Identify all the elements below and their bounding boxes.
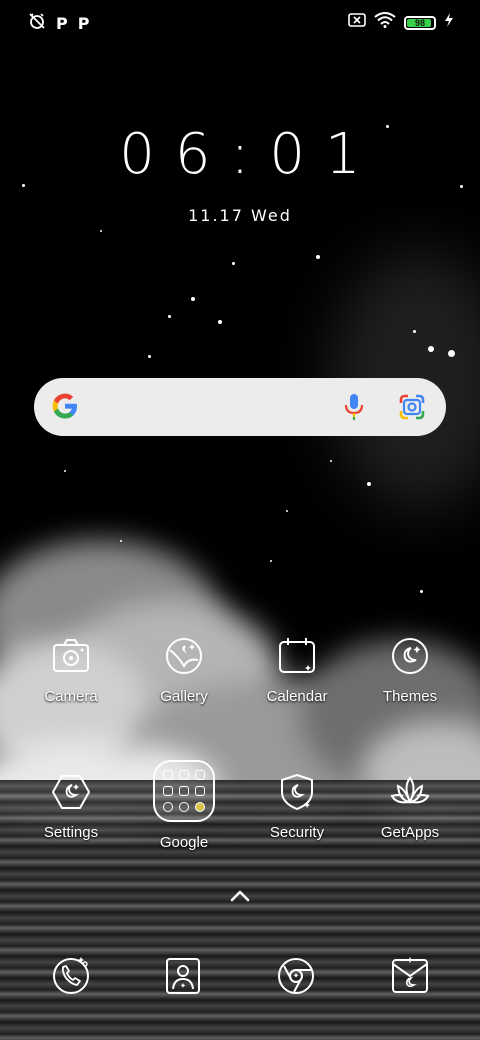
chevron-up-icon[interactable] — [228, 886, 252, 906]
app-camera[interactable]: Camera — [16, 636, 126, 746]
app-calendar[interactable]: Calendar — [242, 636, 352, 746]
app-label: Themes — [382, 688, 438, 705]
charging-icon — [444, 13, 454, 32]
app-themes[interactable]: Themes — [355, 636, 465, 746]
app-security[interactable]: Security — [242, 772, 352, 882]
app-label: Settings — [43, 824, 99, 841]
clock-date[interactable]: 11.17 Wed — [0, 206, 480, 225]
calendar-icon — [279, 638, 315, 673]
microphone-icon[interactable] — [340, 392, 368, 422]
app-label: Security — [269, 824, 325, 841]
app-folder-google[interactable]: Google — [129, 760, 239, 870]
app-gallery[interactable]: Gallery — [129, 636, 239, 746]
clock-time[interactable]: 06:01 — [0, 122, 480, 187]
alarm-off-icon — [28, 12, 46, 35]
p-icon: P — [56, 14, 68, 33]
themes-icon — [392, 638, 428, 674]
google-lens-icon[interactable] — [398, 393, 426, 421]
phone-icon — [53, 957, 89, 994]
app-label: Google — [159, 834, 209, 851]
battery-level: 98 — [414, 17, 425, 28]
dock-messages[interactable] — [382, 948, 438, 1004]
gallery-icon — [166, 638, 202, 674]
security-shield-icon — [281, 774, 313, 810]
folder-icon — [153, 760, 215, 822]
dock-chrome[interactable] — [268, 948, 324, 1004]
app-getapps[interactable]: GetApps — [355, 772, 465, 882]
camera-icon — [53, 639, 89, 672]
google-g-icon[interactable] — [50, 391, 80, 421]
dock-contacts[interactable] — [155, 948, 211, 1004]
app-label: Camera — [44, 688, 98, 705]
dock-phone[interactable] — [43, 948, 99, 1004]
status-bar: P P 98 — [0, 0, 480, 44]
app-label: GetApps — [380, 824, 440, 841]
contacts-icon — [166, 958, 200, 994]
lotus-icon — [390, 776, 430, 805]
battery-icon: 98 — [404, 15, 436, 30]
sim-x-icon — [348, 13, 366, 32]
messages-icon — [392, 957, 428, 993]
wifi-icon — [374, 12, 396, 33]
app-settings[interactable]: Settings — [16, 772, 126, 882]
p-icon: P — [77, 14, 90, 33]
app-label: Gallery — [160, 688, 208, 705]
settings-icon — [52, 775, 90, 809]
app-label: Calendar — [266, 688, 328, 705]
google-search-bar[interactable] — [34, 378, 446, 436]
chrome-icon — [278, 958, 314, 994]
